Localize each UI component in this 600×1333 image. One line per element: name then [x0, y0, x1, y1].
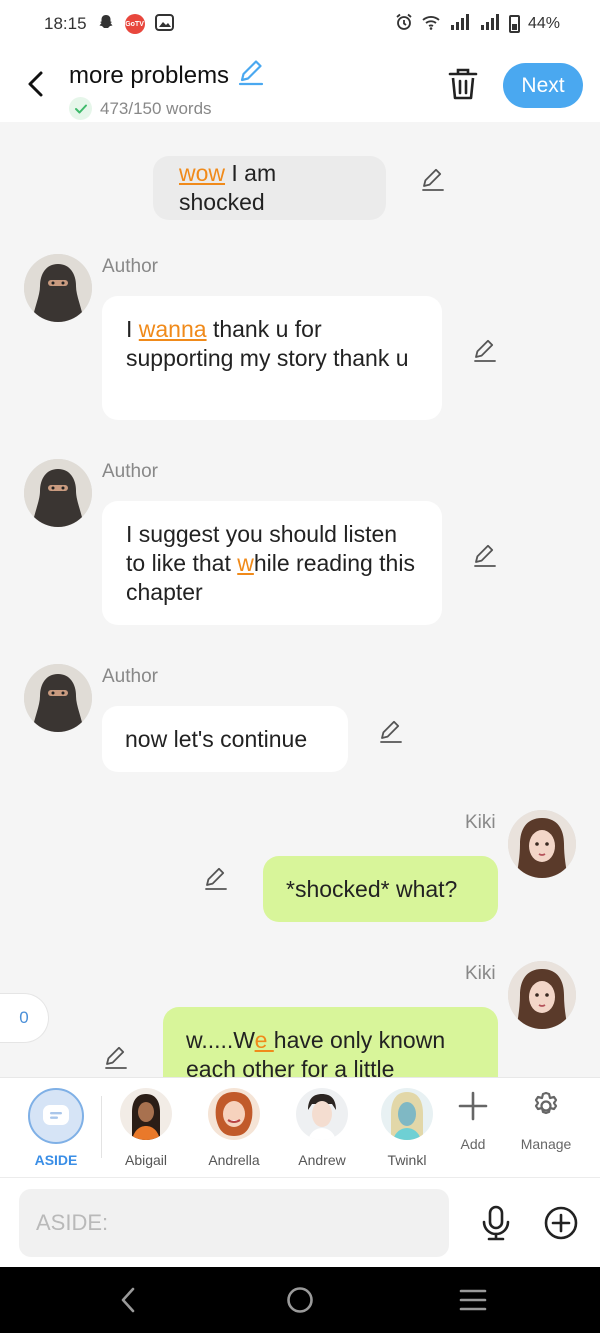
plus-icon: [458, 1091, 488, 1121]
check-icon: [69, 97, 92, 120]
character-abigail[interactable]: Abigail: [106, 1088, 186, 1168]
nav-menu-button[interactable]: [458, 1285, 488, 1315]
highlighted-word[interactable]: wow: [179, 160, 225, 186]
aside-message[interactable]: wow I am shocked: [153, 156, 386, 220]
microphone-icon: [482, 1205, 510, 1241]
plus-circle-icon: [544, 1206, 578, 1240]
speaker-name: Author: [102, 461, 158, 482]
wifi-icon: [421, 14, 441, 35]
edit-title-button[interactable]: [237, 58, 265, 93]
home-circle-icon: [287, 1287, 313, 1313]
chat-area[interactable]: wow I am shocked Author I wanna thank u …: [0, 122, 600, 1077]
battery-level: 44%: [527, 15, 560, 32]
author-message[interactable]: now let's continue: [102, 706, 348, 772]
gotv-icon: GoTV: [124, 14, 145, 34]
clock: 18:15: [44, 14, 87, 33]
comment-count-bubble[interactable]: 0: [0, 993, 49, 1043]
status-bar: 18:15 GoTV 44%: [0, 0, 600, 48]
add-media-button[interactable]: [543, 1205, 579, 1241]
nav-home-button[interactable]: [285, 1285, 315, 1315]
speaker-name: Kiki: [465, 963, 496, 984]
pencil-icon: [238, 60, 264, 86]
speaker-name: Kiki: [465, 812, 496, 833]
next-button[interactable]: Next: [503, 63, 583, 108]
back-button[interactable]: [20, 66, 50, 102]
pencil-icon[interactable]: [472, 543, 498, 569]
character-andrew[interactable]: Andrew: [282, 1088, 362, 1168]
delete-button[interactable]: [446, 66, 480, 102]
story-header: more problems 473/150 words Next: [0, 48, 600, 122]
kiki-message[interactable]: w.....We have only known each other for …: [163, 1007, 498, 1077]
add-character-button[interactable]: Add: [438, 1090, 508, 1152]
highlighted-word[interactable]: wanna: [139, 316, 207, 342]
snapchat-icon: [97, 13, 115, 35]
title-block: more problems 473/150 words: [69, 58, 265, 120]
alarm-icon: [395, 13, 413, 36]
battery-icon: [508, 15, 520, 33]
kiki-message[interactable]: *shocked* what?: [263, 856, 498, 922]
character-name: ASIDE: [34, 1152, 78, 1168]
message-input[interactable]: [19, 1189, 449, 1257]
pencil-icon[interactable]: [103, 1045, 129, 1071]
kiki-avatar[interactable]: [508, 810, 576, 878]
system-nav-bar: [0, 1267, 600, 1333]
character-name: Twinkl: [387, 1152, 427, 1168]
author-avatar[interactable]: [24, 459, 92, 527]
gallery-icon: [154, 13, 174, 35]
author-message[interactable]: I suggest you should listen to like that…: [102, 501, 442, 625]
trash-icon: [448, 68, 478, 100]
highlighted-word[interactable]: w: [237, 550, 254, 576]
speaker-name: Author: [102, 666, 158, 687]
character-avatar: [381, 1088, 433, 1140]
aside-chat-icon: [28, 1088, 84, 1144]
chapter-title[interactable]: more problems: [69, 62, 229, 90]
manage-button[interactable]: Manage: [511, 1090, 581, 1152]
chevron-left-icon: [121, 1287, 135, 1313]
character-avatar: [296, 1088, 348, 1140]
character-avatar: [208, 1088, 260, 1140]
compose-bar: [0, 1177, 600, 1267]
character-tray: ASIDE Abigail Andrella Andrew Twinkl Add…: [0, 1077, 600, 1177]
character-twinkl[interactable]: Twinkl: [367, 1088, 447, 1168]
divider: [101, 1096, 102, 1158]
character-name: Andrella: [208, 1152, 260, 1168]
author-message[interactable]: I wanna thank u for supporting my story …: [102, 296, 442, 420]
character-avatar: [120, 1088, 172, 1140]
character-name: Andrew: [298, 1152, 346, 1168]
character-andrella[interactable]: Andrella: [194, 1088, 274, 1168]
signal-icon: [449, 13, 471, 36]
chevron-left-icon: [28, 71, 43, 97]
signal-icon: [479, 13, 501, 36]
pencil-icon[interactable]: [203, 866, 229, 892]
author-avatar[interactable]: [24, 254, 92, 322]
manage-label: Manage: [520, 1136, 572, 1152]
character-aside[interactable]: ASIDE: [16, 1088, 96, 1168]
nav-back-button[interactable]: [113, 1285, 143, 1315]
menu-icon: [459, 1289, 487, 1311]
speaker-name: Author: [102, 256, 158, 277]
pencil-icon[interactable]: [472, 338, 498, 364]
gear-icon: [534, 1091, 558, 1115]
pencil-icon[interactable]: [420, 167, 446, 193]
character-name: Abigail: [124, 1152, 168, 1168]
author-avatar[interactable]: [24, 664, 92, 732]
highlighted-word[interactable]: e: [255, 1027, 274, 1053]
word-count-text: 473/150 words: [100, 98, 212, 118]
voice-button[interactable]: [479, 1205, 513, 1241]
add-label: Add: [460, 1136, 486, 1152]
pencil-icon[interactable]: [378, 719, 404, 745]
word-count: 473/150 words: [69, 97, 265, 120]
kiki-avatar[interactable]: [508, 961, 576, 1029]
